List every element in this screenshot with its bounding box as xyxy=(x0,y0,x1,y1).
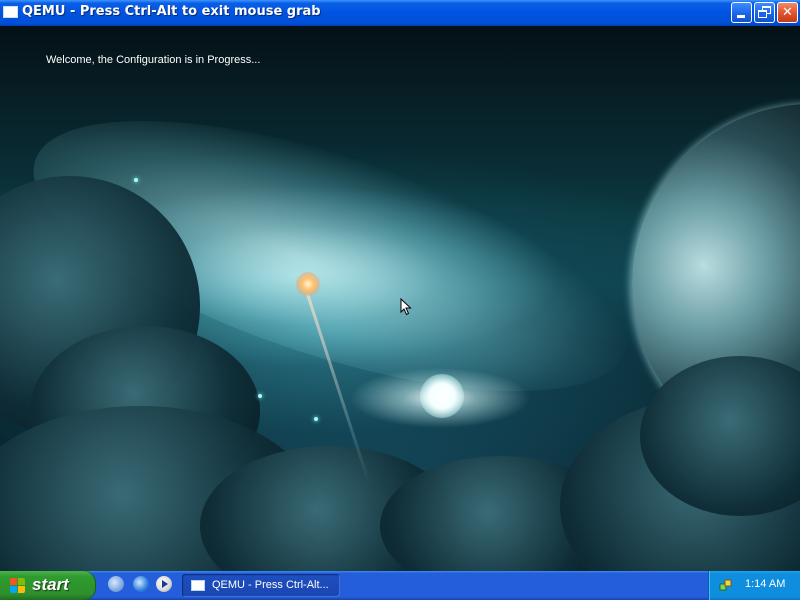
taskbar-button-label: QEMU - Press Ctrl-Alt... xyxy=(212,579,329,591)
qemu-task-icon xyxy=(191,580,205,591)
wallpaper-star xyxy=(258,394,262,398)
start-label: start xyxy=(32,575,69,594)
media-player-icon[interactable] xyxy=(156,576,172,592)
system-tray: 1:14 AM xyxy=(708,571,800,600)
close-icon: ✕ xyxy=(782,5,793,20)
wallpaper-flare xyxy=(296,272,320,296)
close-button[interactable]: ✕ xyxy=(777,2,798,23)
wallpaper-star xyxy=(134,178,138,182)
wallpaper-sun xyxy=(420,374,464,418)
mouse-cursor-icon xyxy=(400,298,412,316)
clock[interactable]: 1:14 AM xyxy=(745,578,785,590)
minimize-button[interactable] xyxy=(731,2,752,23)
taskbar-button-qemu[interactable]: QEMU - Press Ctrl-Alt... xyxy=(182,574,340,597)
guest-desktop[interactable]: Welcome, the Configuration is in Progres… xyxy=(0,26,800,571)
configuration-status-message: Welcome, the Configuration is in Progres… xyxy=(46,54,261,66)
windows-logo-icon xyxy=(10,578,26,594)
wallpaper-star xyxy=(314,417,318,421)
window-titlebar[interactable]: QEMU - Press Ctrl-Alt to exit mouse grab… xyxy=(0,0,800,26)
minimize-icon xyxy=(737,15,745,18)
show-desktop-icon[interactable] xyxy=(108,576,124,592)
taskbar: start QEMU - Press Ctrl-Alt... 1:14 AM xyxy=(0,571,800,600)
start-button[interactable]: start xyxy=(0,571,96,600)
network-status-icon[interactable] xyxy=(719,578,733,592)
restore-icon-front xyxy=(758,10,767,18)
restore-button[interactable] xyxy=(754,2,775,23)
qemu-window-icon[interactable] xyxy=(3,6,18,18)
internet-explorer-icon[interactable] xyxy=(133,576,149,592)
window-title: QEMU - Press Ctrl-Alt to exit mouse grab xyxy=(22,4,321,19)
